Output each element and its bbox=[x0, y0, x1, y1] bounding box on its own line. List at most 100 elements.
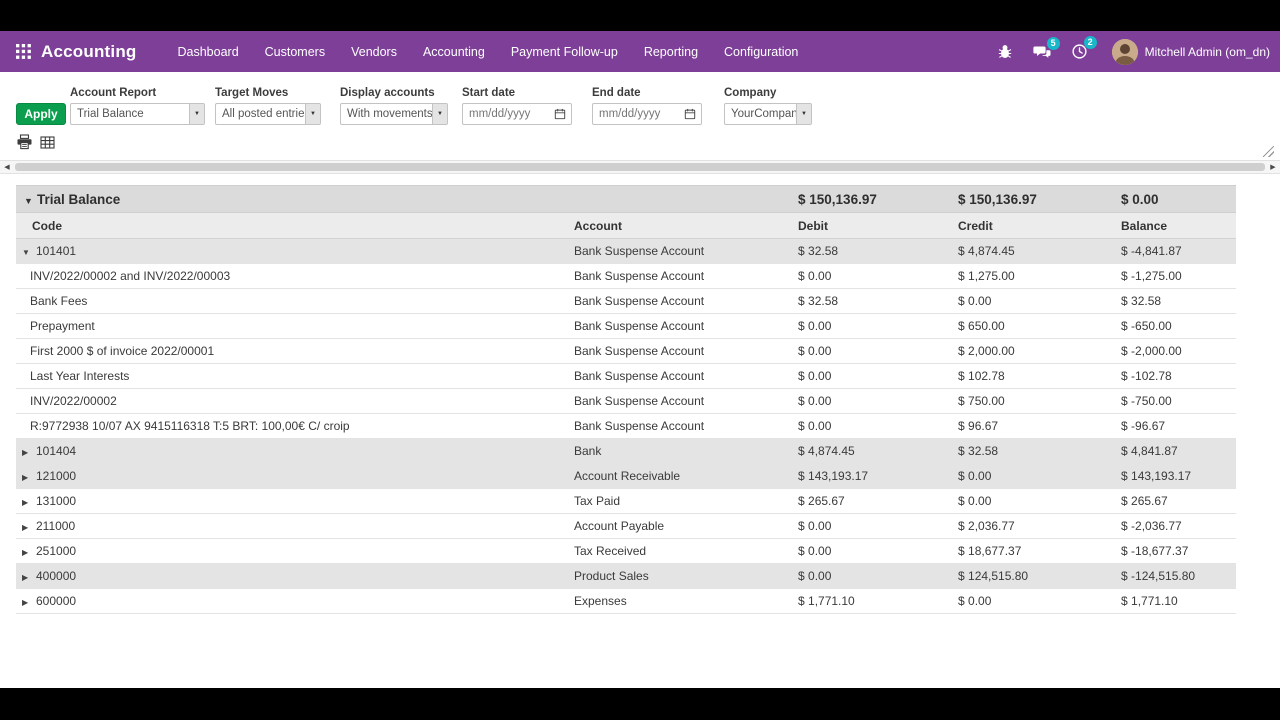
report-total-row[interactable]: ▼ Trial Balance $ 150,136.97 $ 150,136.97… bbox=[16, 185, 1237, 213]
filter-row: Apply Account Report Trial Balance ▼ Tar… bbox=[16, 87, 1264, 125]
credit-cell: $ 750.00 bbox=[958, 394, 1005, 408]
row-label-cell: Bank Fees bbox=[16, 289, 568, 314]
row-label: 211000 bbox=[36, 519, 76, 533]
nav-item-reporting[interactable]: Reporting bbox=[631, 31, 711, 72]
balance-cell: $ -1,275.00 bbox=[1121, 269, 1182, 283]
debit-cell: $ 0.00 bbox=[798, 369, 832, 383]
apps-grid-icon[interactable] bbox=[16, 44, 31, 59]
expand-caret-icon[interactable]: ▶ bbox=[22, 598, 36, 607]
debit-cell: $ 4,874.45 bbox=[798, 444, 855, 458]
account-row[interactable]: ▶ 251000 Tax Received $ 0.00 $ 18,677.37 $ -1… bbox=[16, 538, 1237, 564]
row-label: 101401 bbox=[36, 244, 77, 258]
calendar-icon[interactable] bbox=[554, 108, 566, 120]
row-label: 400000 bbox=[36, 569, 77, 583]
account-row[interactable]: ▶ 121000 Account Receivable $ 143,193.17 $ 0… bbox=[16, 463, 1237, 489]
end-date-input[interactable]: mm/dd/yyyy bbox=[592, 103, 702, 125]
user-avatar bbox=[1111, 38, 1138, 65]
debit-cell: $ 0.00 bbox=[798, 519, 832, 533]
account-row[interactable]: ▶ 101404 Bank $ 4,874.45 $ 32.58 $ 4,841.87 bbox=[16, 438, 1237, 464]
export-table-icon[interactable] bbox=[40, 135, 55, 150]
target-moves-select[interactable]: All posted entries ▼ bbox=[215, 103, 321, 125]
balance-cell: $ -650.00 bbox=[1121, 319, 1172, 333]
scrollbar-thumb[interactable] bbox=[15, 163, 1265, 171]
print-icon[interactable] bbox=[16, 134, 33, 150]
debit-cell: $ 143,193.17 bbox=[798, 469, 869, 483]
expand-caret-icon[interactable]: ▶ bbox=[22, 548, 36, 557]
credit-cell: $ 650.00 bbox=[958, 319, 1005, 333]
row-label: First 2000 $ of invoice 2022/00001 bbox=[30, 344, 215, 358]
balance-cell: $ 1,771.10 bbox=[1121, 594, 1178, 608]
apply-button[interactable]: Apply bbox=[16, 103, 66, 125]
row-label-cell: INV/2022/00002 and INV/2022/00003 bbox=[16, 264, 568, 289]
end-date-placeholder: mm/dd/yyyy bbox=[599, 108, 661, 120]
account-cell: Bank bbox=[574, 444, 602, 458]
balance-cell: $ -750.00 bbox=[1121, 394, 1172, 408]
expand-caret-icon[interactable]: ▼ bbox=[22, 248, 36, 257]
total-debit: $ 150,136.97 bbox=[792, 185, 953, 213]
expand-caret-icon[interactable]: ▶ bbox=[22, 573, 36, 582]
account-cell: Bank Suspense Account bbox=[574, 394, 705, 408]
row-label: Last Year Interests bbox=[30, 369, 130, 383]
select-caret-icon[interactable]: ▼ bbox=[305, 104, 320, 124]
report-collapse-caret-icon[interactable]: ▼ bbox=[24, 196, 37, 206]
nav-item-customers[interactable]: Customers bbox=[252, 31, 338, 72]
debit-cell: $ 0.00 bbox=[798, 544, 832, 558]
filter-display-accounts-label: Display accounts bbox=[340, 87, 435, 99]
credit-cell: $ 2,000.00 bbox=[958, 344, 1015, 358]
filter-target-moves-label: Target Moves bbox=[215, 87, 289, 99]
credit-cell: $ 0.00 bbox=[958, 469, 992, 483]
column-header-account: Account bbox=[568, 212, 793, 239]
balance-cell: $ 265.67 bbox=[1121, 494, 1168, 508]
scrollbar-track[interactable] bbox=[14, 161, 1266, 173]
display-accounts-select[interactable]: With movements ▼ bbox=[340, 103, 448, 125]
company-select[interactable]: YourCompany ▼ bbox=[724, 103, 812, 125]
nav-item-accounting[interactable]: Accounting bbox=[410, 31, 498, 72]
debit-cell: $ 32.58 bbox=[798, 244, 839, 258]
journal-item-row: Last Year Interests Bank Suspense Account… bbox=[16, 363, 1237, 389]
company-value: YourCompany bbox=[731, 108, 796, 120]
journal-item-row: First 2000 $ of invoice 2022/00001 Bank S… bbox=[16, 338, 1237, 364]
account-row[interactable]: ▶ 211000 Account Payable $ 0.00 $ 2,036.77 $ … bbox=[16, 513, 1237, 539]
calendar-icon[interactable] bbox=[684, 108, 696, 120]
resize-handle[interactable] bbox=[1263, 146, 1274, 157]
nav-item-dashboard[interactable]: Dashboard bbox=[165, 31, 252, 72]
filter-end-date: End date mm/dd/yyyy bbox=[592, 87, 702, 125]
expand-caret-icon[interactable]: ▶ bbox=[22, 473, 36, 482]
trial-balance-table: ▼ Trial Balance $ 150,136.97 $ 150,136.97… bbox=[16, 185, 1237, 614]
account-row[interactable]: ▼ 101401 Bank Suspense Account $ 32.58 $ 4,8… bbox=[16, 238, 1237, 264]
nav-item-configuration[interactable]: Configuration bbox=[711, 31, 811, 72]
row-label-cell: ▶ 600000 bbox=[16, 589, 568, 614]
user-menu[interactable]: Mitchell Admin (om_dn) bbox=[1111, 38, 1270, 65]
balance-cell: $ -18,677.37 bbox=[1121, 544, 1189, 558]
activities-clock-icon[interactable]: 2 bbox=[1061, 36, 1098, 60]
select-caret-icon[interactable]: ▼ bbox=[432, 104, 447, 124]
main-content: Apply Account Report Trial Balance ▼ Tar… bbox=[0, 72, 1280, 688]
select-caret-icon[interactable]: ▼ bbox=[796, 104, 811, 124]
account-row[interactable]: ▶ 600000 Expenses $ 1,771.10 $ 0.00 $ 1,771.1… bbox=[16, 588, 1237, 614]
total-balance: $ 0.00 bbox=[1115, 185, 1237, 213]
account-cell: Bank Suspense Account bbox=[574, 269, 705, 283]
expand-caret-icon[interactable]: ▶ bbox=[22, 523, 36, 532]
account-row[interactable]: ▶ 400000 Product Sales $ 0.00 $ 124,515.80 $ … bbox=[16, 563, 1237, 589]
target-moves-value: All posted entries bbox=[222, 108, 305, 120]
app-name[interactable]: Accounting bbox=[41, 42, 137, 62]
expand-caret-icon[interactable]: ▶ bbox=[22, 448, 36, 457]
start-date-input[interactable]: mm/dd/yyyy bbox=[462, 103, 572, 125]
balance-cell: $ 4,841.87 bbox=[1121, 444, 1178, 458]
row-label-cell: ▶ 121000 bbox=[16, 464, 568, 489]
nav-item-payment-follow-up[interactable]: Payment Follow-up bbox=[498, 31, 631, 72]
nav-item-vendors[interactable]: Vendors bbox=[338, 31, 410, 72]
messages-icon[interactable]: 5 bbox=[1023, 36, 1061, 60]
account-cell: Bank Suspense Account bbox=[574, 419, 705, 433]
debug-bug-icon[interactable] bbox=[987, 44, 1023, 60]
account-row[interactable]: ▶ 131000 Tax Paid $ 265.67 $ 0.00 $ 265.67 bbox=[16, 488, 1237, 514]
debit-cell: $ 0.00 bbox=[798, 269, 832, 283]
select-caret-icon[interactable]: ▼ bbox=[189, 104, 204, 124]
journal-item-row: INV/2022/00002 Bank Suspense Account $ 0.0… bbox=[16, 388, 1237, 414]
scroll-right-icon[interactable]: ▶ bbox=[1266, 163, 1280, 171]
scroll-left-icon[interactable]: ◀ bbox=[0, 163, 14, 171]
expand-caret-icon[interactable]: ▶ bbox=[22, 498, 36, 507]
report-action-icons bbox=[16, 134, 1264, 150]
credit-cell: $ 124,515.80 bbox=[958, 569, 1029, 583]
account-report-select[interactable]: Trial Balance ▼ bbox=[70, 103, 205, 125]
